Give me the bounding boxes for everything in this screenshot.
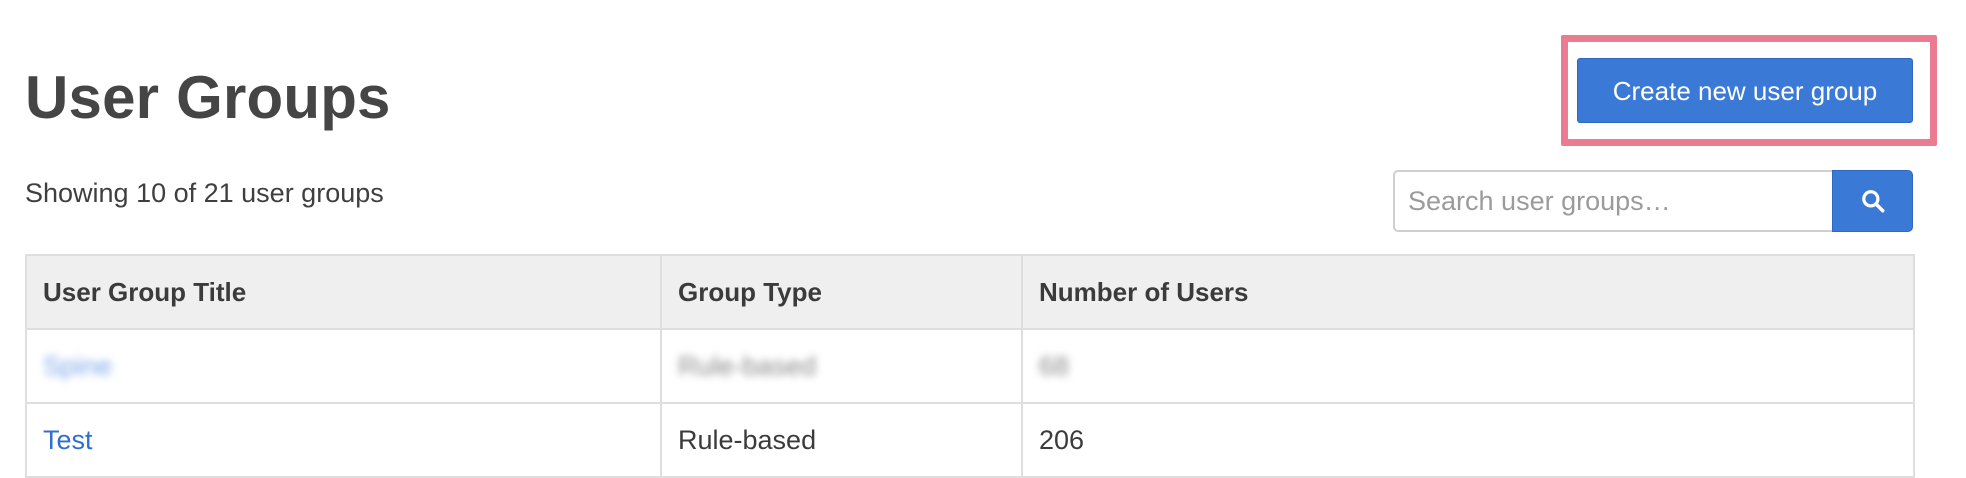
user-count-text: 68: [1039, 350, 1070, 381]
cell-group-type: Rule-based: [660, 328, 1023, 404]
cell-title: Test: [25, 402, 662, 478]
create-user-group-button[interactable]: Create new user group: [1577, 58, 1913, 123]
results-count: Showing 10 of 21 user groups: [25, 178, 384, 208]
cell-number-of-users: 68: [1021, 328, 1915, 404]
table-row: Test Rule-based 206: [25, 402, 1915, 478]
table-row: Spine Rule-based 68: [25, 328, 1915, 404]
user-group-link[interactable]: Test: [43, 425, 93, 455]
user-count-text: 206: [1039, 424, 1085, 455]
page-title: User Groups: [25, 64, 391, 131]
search-group: [1393, 170, 1913, 232]
cell-title: Spine: [25, 328, 662, 404]
search-input[interactable]: [1393, 170, 1834, 232]
table-header-row: User Group Title Group Type Number of Us…: [25, 254, 1915, 330]
search-button[interactable]: [1832, 170, 1913, 232]
group-type-text: Rule-based: [678, 350, 817, 381]
column-header-group-type[interactable]: Group Type: [660, 254, 1023, 330]
search-icon: [1861, 190, 1884, 213]
cell-number-of-users: 206: [1021, 402, 1915, 478]
group-type-text: Rule-based: [678, 424, 817, 455]
column-header-title[interactable]: User Group Title: [25, 254, 662, 330]
user-groups-table: User Group Title Group Type Number of Us…: [25, 254, 1915, 478]
user-group-link[interactable]: Spine: [43, 351, 112, 381]
column-header-number-of-users[interactable]: Number of Users: [1021, 254, 1915, 330]
cell-group-type: Rule-based: [660, 402, 1023, 478]
